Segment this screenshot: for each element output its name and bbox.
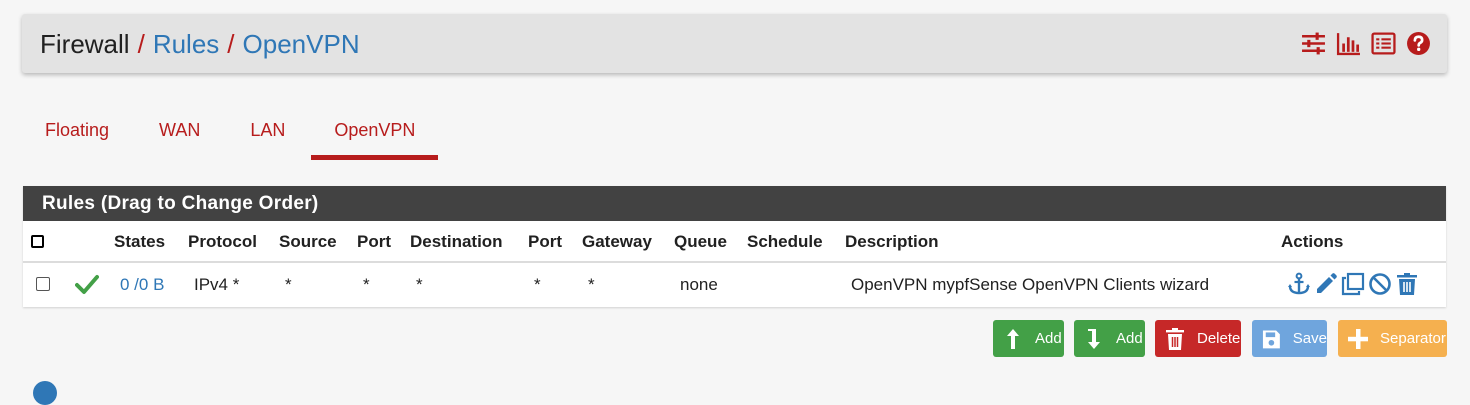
save-button[interactable]: Save — [1252, 320, 1327, 357]
anchor-icon[interactable] — [1287, 272, 1311, 296]
row-actions — [1287, 272, 1419, 296]
check-icon[interactable] — [75, 273, 99, 295]
delete-label: Delete — [1197, 330, 1241, 347]
trash-icon — [1166, 327, 1184, 350]
column-port: Port — [528, 232, 562, 251]
column-description: Description — [845, 232, 939, 251]
breadcrumb-rules-link[interactable]: Rules — [153, 29, 219, 59]
select-all-checkbox[interactable] — [31, 235, 44, 248]
delete-button[interactable]: Delete — [1155, 320, 1241, 357]
save-label: Save — [1292, 330, 1327, 347]
disable-icon[interactable] — [1368, 272, 1392, 296]
row-checkbox[interactable] — [36, 277, 50, 291]
table-row[interactable]: 0 /0 B IPv4 * * * * * * none OpenVPN myp… — [23, 263, 1446, 306]
tab-openvpn[interactable]: OpenVPN — [311, 106, 439, 160]
column-port: Port — [357, 232, 391, 251]
add-rule-bottom-button[interactable]: Add — [1074, 320, 1145, 357]
list-icon[interactable] — [1371, 31, 1396, 56]
column-states: States — [114, 232, 166, 251]
trash-icon[interactable] — [1395, 272, 1419, 296]
page-header: Firewall / Rules / OpenVPN — [22, 14, 1447, 73]
tab-lan[interactable]: LAN — [227, 106, 311, 160]
arrow-up-icon — [1007, 328, 1019, 349]
arrow-down-icon — [1088, 328, 1100, 349]
table-header: States Protocol Source Port Destination … — [23, 221, 1446, 263]
source-port-value: * — [363, 275, 370, 294]
copy-icon[interactable] — [1341, 272, 1365, 296]
column-destination: Destination — [410, 232, 503, 251]
column-queue: Queue — [674, 232, 727, 251]
separator-label: Separator — [1380, 330, 1446, 347]
add-separator-button[interactable]: Separator — [1338, 320, 1447, 357]
pencil-icon[interactable] — [1314, 272, 1338, 296]
breadcrumb-openvpn-link[interactable]: OpenVPN — [243, 29, 360, 59]
column-schedule: Schedule — [747, 232, 823, 251]
breadcrumb-separator: / — [227, 29, 235, 59]
tab-wan[interactable]: WAN — [132, 106, 227, 160]
info-icon[interactable] — [33, 381, 57, 405]
header-icon-group — [1301, 31, 1431, 56]
interface-tabs: Floating WAN LAN OpenVPN — [22, 106, 439, 160]
destination-value: * — [416, 275, 423, 294]
source-value: * — [285, 275, 292, 294]
breadcrumb-firewall: Firewall — [40, 29, 130, 59]
column-source: Source — [279, 232, 337, 251]
plus-icon — [1348, 328, 1368, 349]
states-link[interactable]: 0 /0 B — [120, 263, 164, 306]
breadcrumb: Firewall / Rules / OpenVPN — [40, 28, 360, 60]
queue-value: none — [680, 275, 718, 294]
column-protocol: Protocol — [188, 232, 257, 251]
help-icon[interactable] — [1406, 31, 1431, 56]
bar-chart-icon[interactable] — [1336, 31, 1361, 56]
description-value: OpenVPN mypfSense OpenVPN Clients wizard — [851, 275, 1210, 294]
panel-title: Rules (Drag to Change Order) — [23, 186, 1446, 221]
add-top-label: Add — [1035, 330, 1062, 347]
floppy-disk-icon — [1262, 330, 1280, 348]
add-bottom-label: Add — [1116, 330, 1143, 347]
sliders-icon[interactable] — [1301, 31, 1326, 56]
breadcrumb-separator: / — [137, 29, 145, 59]
protocol-value: IPv4 * — [194, 275, 240, 294]
tab-floating[interactable]: Floating — [22, 106, 132, 160]
column-gateway: Gateway — [582, 232, 652, 251]
column-actions: Actions — [1281, 232, 1344, 251]
destination-port-value: * — [534, 275, 541, 294]
add-rule-top-button[interactable]: Add — [993, 320, 1064, 357]
rules-panel: Rules (Drag to Change Order) States Prot… — [23, 186, 1446, 307]
gateway-value: * — [588, 275, 595, 294]
